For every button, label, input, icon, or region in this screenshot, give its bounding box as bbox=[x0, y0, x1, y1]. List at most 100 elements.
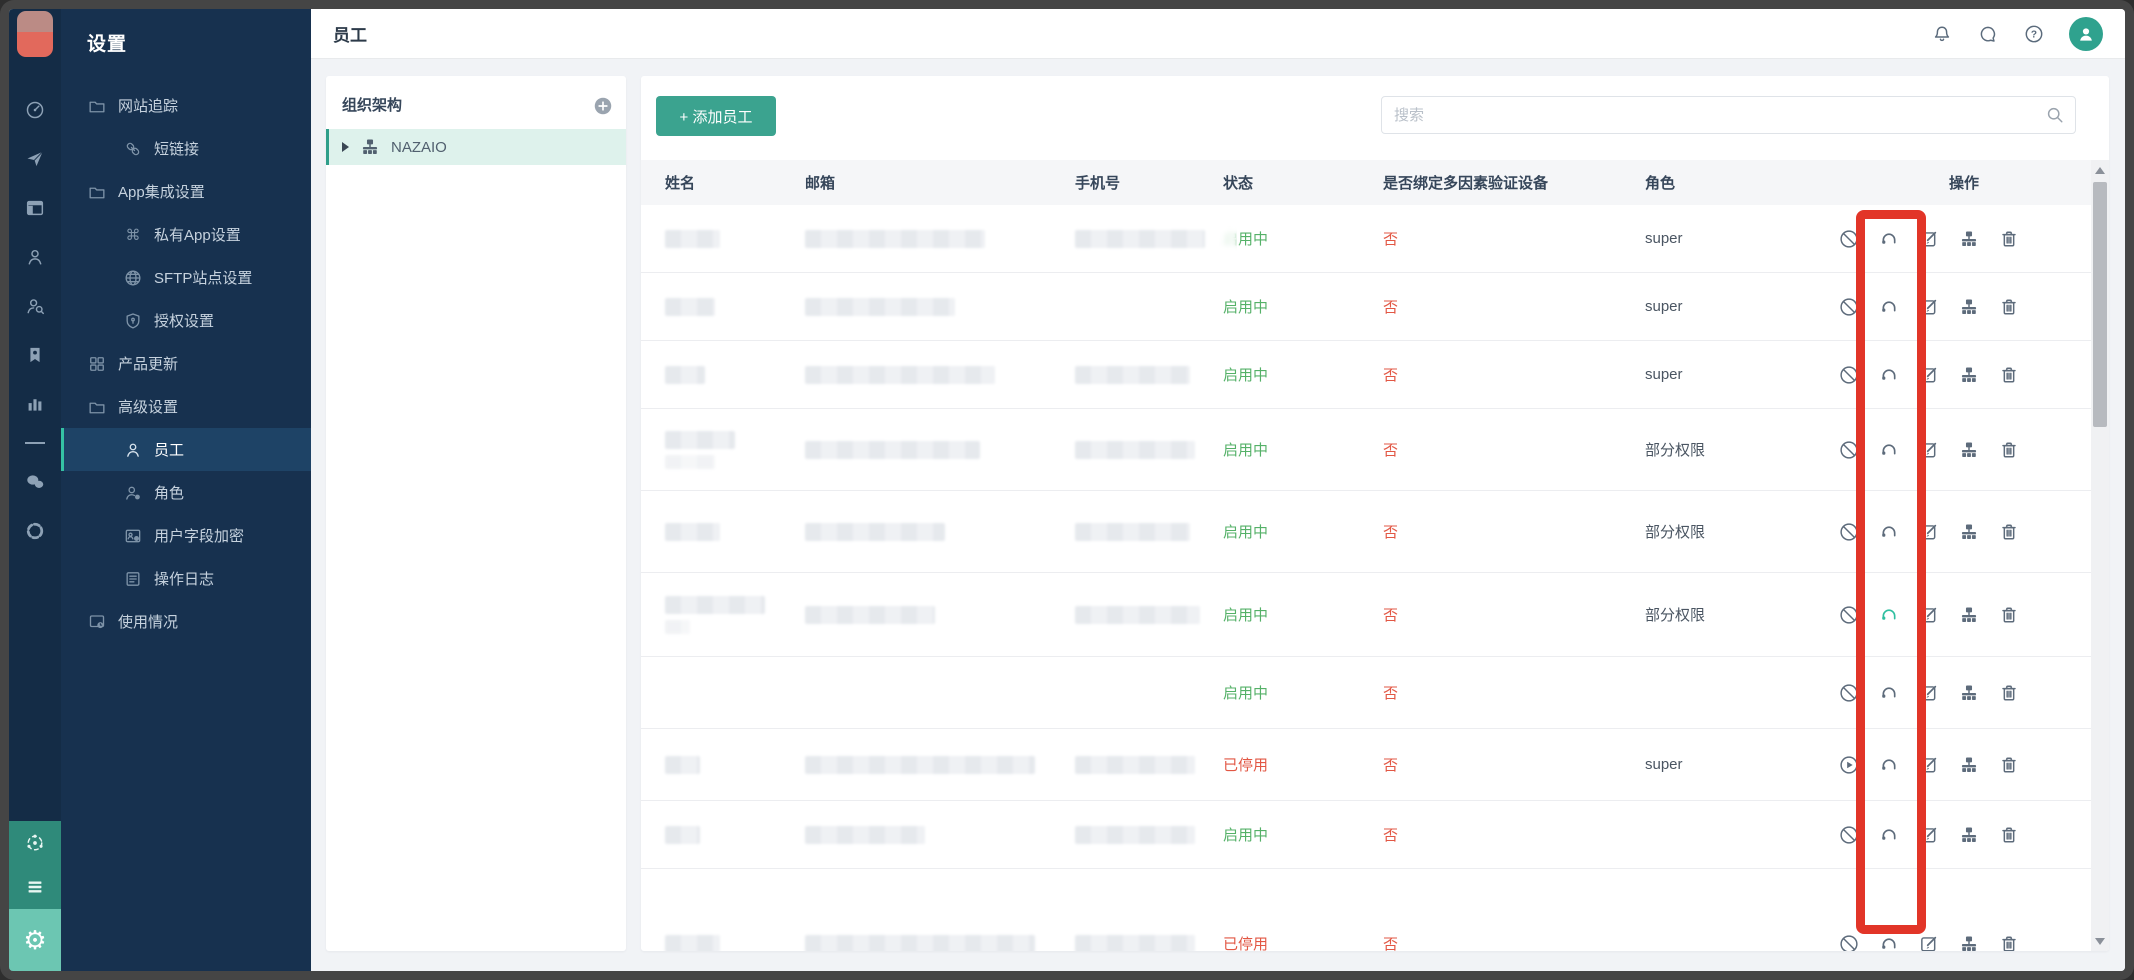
wechat-icon[interactable] bbox=[24, 471, 46, 493]
ban-icon[interactable] bbox=[1837, 520, 1861, 544]
send-icon[interactable] bbox=[24, 148, 46, 170]
ban-icon[interactable] bbox=[1837, 932, 1861, 952]
org-icon[interactable] bbox=[1957, 681, 1981, 705]
org-icon[interactable] bbox=[1957, 438, 1981, 462]
add-employee-button[interactable]: + 添加员工 bbox=[656, 96, 776, 136]
sidebar-item-10[interactable]: 用户字段加密 bbox=[61, 514, 311, 557]
headset-icon[interactable] bbox=[1877, 681, 1901, 705]
disc-icon[interactable] bbox=[24, 520, 46, 542]
cell-mfa: 否 bbox=[1383, 604, 1645, 625]
user-icon[interactable] bbox=[24, 246, 46, 268]
cell-status: 启用中 bbox=[1223, 824, 1383, 845]
rail-divider bbox=[25, 442, 45, 444]
headset-icon[interactable] bbox=[1877, 753, 1901, 777]
org-icon[interactable] bbox=[1957, 520, 1981, 544]
sidebar-item-8[interactable]: 员工 bbox=[61, 428, 311, 471]
headset-icon[interactable] bbox=[1877, 295, 1901, 319]
ban-icon[interactable] bbox=[1837, 603, 1861, 627]
sidebar-item-9[interactable]: 角色 bbox=[61, 471, 311, 514]
layout-icon[interactable] bbox=[24, 197, 46, 219]
add-org-node-icon[interactable] bbox=[592, 95, 612, 115]
org-icon[interactable] bbox=[1957, 227, 1981, 251]
sidebar-item-3[interactable]: ⌘ 私有App设置 bbox=[61, 213, 311, 256]
ban-icon[interactable] bbox=[1837, 681, 1861, 705]
orbit-icon[interactable] bbox=[9, 821, 61, 865]
search-icon[interactable] bbox=[2044, 104, 2066, 126]
headset-icon[interactable] bbox=[1877, 823, 1901, 847]
gear-icon[interactable]: ⚙ bbox=[9, 909, 61, 971]
sidebar-item-12[interactable]: 使用情况 bbox=[61, 600, 311, 643]
play-icon[interactable] bbox=[1837, 753, 1861, 777]
sidebar-item-5[interactable]: 授权设置 bbox=[61, 299, 311, 342]
edit-icon[interactable] bbox=[1917, 681, 1941, 705]
org-icon[interactable] bbox=[1957, 823, 1981, 847]
table-scrollbar[interactable] bbox=[2091, 160, 2109, 951]
edit-icon[interactable] bbox=[1917, 932, 1941, 952]
trash-icon[interactable] bbox=[1997, 603, 2021, 627]
sidebar-item-label: SFTP站点设置 bbox=[154, 267, 252, 288]
sidebar-item-4[interactable]: SFTP站点设置 bbox=[61, 256, 311, 299]
trash-icon[interactable] bbox=[1997, 520, 2021, 544]
edit-icon[interactable] bbox=[1917, 227, 1941, 251]
table-row: 启用中 否 bbox=[641, 657, 2091, 729]
gauge-icon[interactable] bbox=[24, 99, 46, 121]
app-logo[interactable] bbox=[17, 11, 53, 57]
trash-icon[interactable] bbox=[1997, 227, 2021, 251]
help-icon[interactable]: ? bbox=[2023, 23, 2045, 45]
headset-icon[interactable] bbox=[1877, 932, 1901, 952]
scroll-down-arrow-icon[interactable] bbox=[2091, 933, 2109, 949]
ban-icon[interactable] bbox=[1837, 438, 1861, 462]
org-tree-node[interactable]: NAZAIO bbox=[326, 129, 626, 165]
org-icon[interactable] bbox=[1957, 753, 1981, 777]
edit-icon[interactable] bbox=[1917, 520, 1941, 544]
redacted-text bbox=[805, 756, 1035, 774]
edit-icon[interactable] bbox=[1917, 603, 1941, 627]
sidebar-item-6[interactable]: 产品更新 bbox=[61, 342, 311, 385]
trash-icon[interactable] bbox=[1997, 295, 2021, 319]
edit-icon[interactable] bbox=[1917, 753, 1941, 777]
trash-icon[interactable] bbox=[1997, 681, 2021, 705]
sidebar-item-label: 产品更新 bbox=[118, 353, 178, 374]
redacted-text bbox=[805, 523, 945, 541]
search-input[interactable] bbox=[1381, 96, 2076, 134]
edit-icon[interactable] bbox=[1917, 363, 1941, 387]
user-avatar[interactable] bbox=[2069, 17, 2103, 51]
badge-user-icon[interactable] bbox=[24, 344, 46, 366]
headset-icon[interactable] bbox=[1877, 363, 1901, 387]
trash-icon[interactable] bbox=[1997, 823, 2021, 847]
bell-icon[interactable] bbox=[1931, 23, 1953, 45]
sidebar-item-2[interactable]: App集成设置 bbox=[61, 170, 311, 213]
user-search-icon[interactable] bbox=[24, 295, 46, 317]
org-icon[interactable] bbox=[1957, 363, 1981, 387]
headset-icon[interactable] bbox=[1877, 438, 1901, 462]
trash-icon[interactable] bbox=[1997, 438, 2021, 462]
sidebar-item-label: 使用情况 bbox=[118, 611, 178, 632]
ban-icon[interactable] bbox=[1837, 823, 1861, 847]
sidebar-item-0[interactable]: 网站追踪 bbox=[61, 84, 311, 127]
trash-icon[interactable] bbox=[1997, 932, 2021, 952]
ban-icon[interactable] bbox=[1837, 363, 1861, 387]
edit-icon[interactable] bbox=[1917, 295, 1941, 319]
sidebar-item-11[interactable]: 操作日志 bbox=[61, 557, 311, 600]
headset-icon[interactable] bbox=[1877, 520, 1901, 544]
org-icon[interactable] bbox=[1957, 932, 1981, 952]
headset-icon[interactable] bbox=[1877, 227, 1901, 251]
trash-icon[interactable] bbox=[1997, 363, 2021, 387]
menu-icon[interactable] bbox=[9, 865, 61, 909]
scrollbar-thumb[interactable] bbox=[2093, 182, 2107, 427]
sidebar-item-7[interactable]: 高级设置 bbox=[61, 385, 311, 428]
chat-icon[interactable] bbox=[1977, 23, 1999, 45]
caret-right-icon[interactable] bbox=[342, 142, 349, 152]
sidebar-item-1[interactable]: 短链接 bbox=[61, 127, 311, 170]
bar-chart-icon[interactable] bbox=[24, 393, 46, 415]
edit-icon[interactable] bbox=[1917, 823, 1941, 847]
scroll-up-arrow-icon[interactable] bbox=[2091, 162, 2109, 178]
trash-icon[interactable] bbox=[1997, 753, 2021, 777]
cell-actions bbox=[1837, 438, 2091, 462]
org-icon[interactable] bbox=[1957, 295, 1981, 319]
org-icon[interactable] bbox=[1957, 603, 1981, 627]
headset-icon[interactable] bbox=[1877, 603, 1901, 627]
ban-icon[interactable] bbox=[1837, 295, 1861, 319]
ban-icon[interactable] bbox=[1837, 227, 1861, 251]
edit-icon[interactable] bbox=[1917, 438, 1941, 462]
